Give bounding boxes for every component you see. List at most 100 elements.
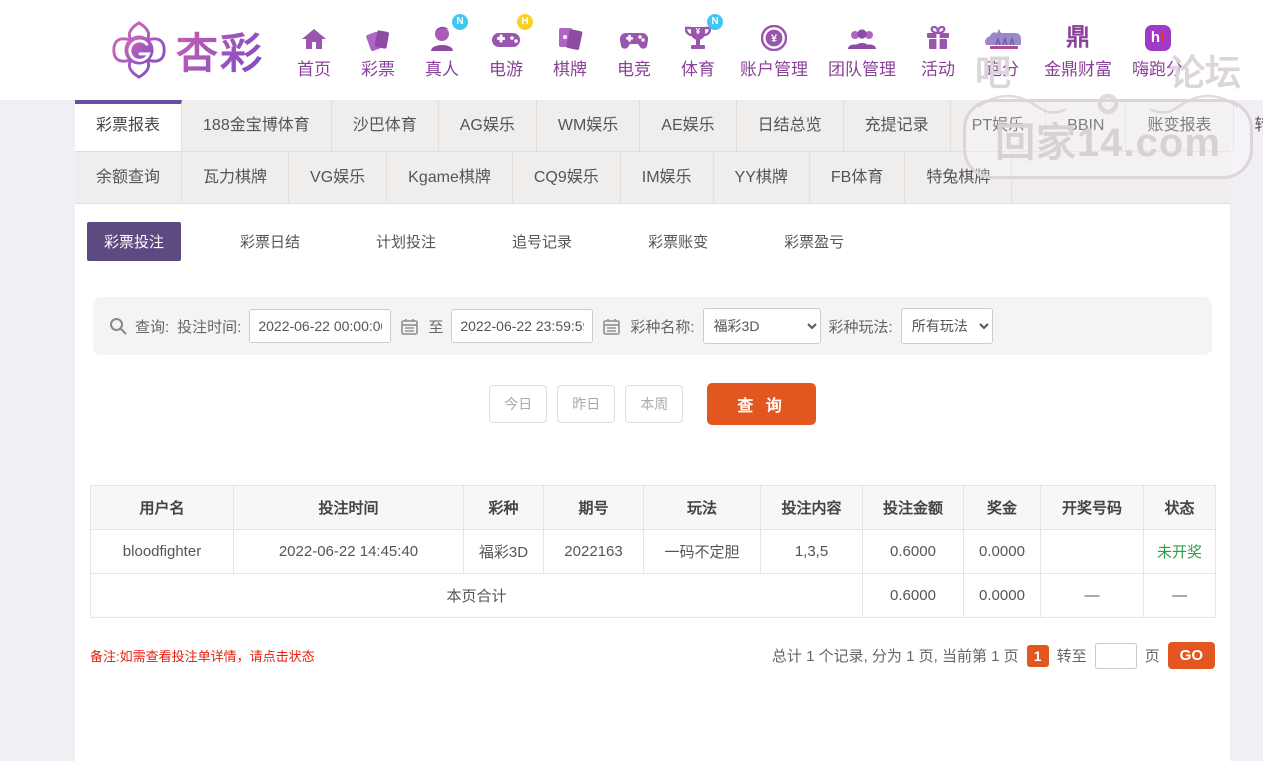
report-tabstrip: 彩票报表 188金宝博体育 沙巴体育 AG娱乐 WM娱乐 AE娱乐 日结总览 充… [75, 100, 1263, 204]
cell-username: bloodfighter [90, 529, 234, 574]
query-label: 查询: [135, 318, 170, 336]
time-to-input[interactable] [451, 309, 594, 343]
lottery-subtabs: 彩票投注 彩票日结 计划投注 追号记录 彩票账变 彩票盈亏 [75, 204, 1230, 275]
tab-lottery-report[interactable]: 彩票报表 [75, 100, 183, 151]
bets-table: 用户名 投注时间 彩种 期号 玩法 投注内容 投注金额 奖金 开奖号码 状态 b… [90, 485, 1216, 618]
nav-team-mgmt[interactable]: 团队管理 [828, 21, 896, 80]
lottery-ticket-icon [365, 21, 391, 51]
nav-sports[interactable]: ¥ N 体育 [676, 13, 724, 80]
table-summary-row: 本页合计 0.6000 0.0000 — — [90, 573, 1216, 618]
this-week-button[interactable]: 本周 [625, 385, 684, 423]
to-label: 至 [428, 318, 444, 336]
quick-filter-row: 今日 昨日 本周 查 询 [75, 383, 1230, 425]
new-badge: N [452, 13, 469, 30]
goto-page-input[interactable] [1094, 642, 1137, 669]
today-button[interactable]: 今日 [489, 385, 548, 423]
play-type-select[interactable]: 所有玩法 [900, 308, 993, 344]
gamepad-icon: H [491, 13, 534, 51]
calendar-icon[interactable] [603, 318, 621, 335]
nav-jinding[interactable]: 鼎 金鼎财富 [1044, 21, 1112, 80]
cell-prize: 0.0000 [963, 529, 1041, 574]
tab-bbin[interactable]: BBIN [1046, 100, 1127, 151]
col-issue: 期号 [543, 485, 644, 530]
tab-im[interactable]: IM娱乐 [621, 152, 714, 203]
bets-table-wrap: 用户名 投注时间 彩种 期号 玩法 投注内容 投注金额 奖金 开奖号码 状态 b… [90, 485, 1216, 618]
time-from-input[interactable] [249, 309, 392, 343]
tab-188-sports[interactable]: 188金宝博体育 [182, 100, 332, 151]
tab-wm[interactable]: WM娱乐 [537, 100, 641, 151]
svg-text:¥: ¥ [696, 27, 701, 36]
subtab-lottery-daily[interactable]: 彩票日结 [223, 222, 317, 261]
tab-cq9[interactable]: CQ9娱乐 [513, 152, 621, 203]
team-icon [847, 21, 877, 51]
tab-vg[interactable]: VG娱乐 [289, 152, 388, 203]
nav-live[interactable]: N 真人 [420, 13, 469, 80]
hi-app-icon: hi [1144, 21, 1171, 51]
cell-draw-number [1040, 529, 1144, 574]
goto-label: 转至 [1056, 648, 1087, 665]
tab-pt[interactable]: PT娱乐 [951, 100, 1047, 151]
nav-account-mgmt[interactable]: ¥ 账户管理 [740, 21, 808, 80]
new-badge: N [707, 13, 724, 30]
subtab-chase-records[interactable]: 追号记录 [495, 222, 589, 261]
tab-fb-sports[interactable]: FB体育 [810, 152, 906, 203]
tab-balance-query[interactable]: 余额查询 [75, 152, 183, 203]
subtab-plan-bets[interactable]: 计划投注 [359, 222, 453, 261]
col-prize: 奖金 [963, 485, 1041, 530]
summary-bet-amount: 0.6000 [862, 573, 964, 618]
subtab-lottery-pnl[interactable]: 彩票盈亏 [767, 222, 861, 261]
current-page-badge[interactable]: 1 [1026, 644, 1049, 667]
nav-lottery[interactable]: 彩票 [356, 21, 400, 80]
calendar-icon[interactable] [401, 318, 419, 335]
tab-tetu-cards[interactable]: 特兔棋牌 [905, 152, 1013, 203]
brand-logo[interactable]: 杏彩 [108, 19, 264, 81]
nav-promotions[interactable]: 活动 [916, 21, 960, 80]
ding-tripod-icon: 鼎 [1066, 23, 1091, 51]
brand-name: 杏彩 [176, 20, 264, 81]
nav-paofen[interactable]: 跑分 [980, 21, 1024, 80]
hot-badge: H [517, 13, 534, 30]
nav-esports[interactable]: 电竞 [612, 21, 656, 80]
cell-bet-amount: 0.6000 [862, 529, 964, 574]
lottery-name-label: 彩种名称: [630, 318, 695, 336]
search-button[interactable]: 查 询 [707, 383, 816, 425]
subtab-lottery-bets[interactable]: 彩票投注 [87, 222, 182, 261]
flower-logo-icon [112, 21, 166, 79]
remark-note: 备注:如需查看投注单详情，请点击状态 [90, 649, 315, 664]
cell-issue: 2022163 [543, 529, 644, 574]
subtab-lottery-account-change[interactable]: 彩票账变 [631, 222, 725, 261]
tab-ae[interactable]: AE娱乐 [640, 100, 737, 151]
yesterday-button[interactable]: 昨日 [557, 385, 616, 423]
lottery-select[interactable]: 福彩3D [702, 308, 821, 344]
summary-status-dash: — [1143, 573, 1216, 618]
tab-kgame[interactable]: Kgame棋牌 [387, 152, 513, 203]
trophy-icon: ¥ N [685, 13, 724, 51]
tabrow-1: 彩票报表 188金宝博体育 沙巴体育 AG娱乐 WM娱乐 AE娱乐 日结总览 充… [75, 100, 1263, 152]
nav-cards[interactable]: 棋牌 [548, 21, 592, 80]
tab-transfer-report[interactable]: 转账报表 [1234, 100, 1263, 151]
nav-home[interactable]: 首页 [292, 21, 336, 80]
tab-shaba-sports[interactable]: 沙巴体育 [332, 100, 439, 151]
summary-label: 本页合计 [90, 573, 863, 618]
live-person-icon: N [428, 13, 469, 51]
tabrow-2: 余额查询 瓦力棋牌 VG娱乐 Kgame棋牌 CQ9娱乐 IM娱乐 YY棋牌 F… [75, 152, 1230, 204]
cell-status-link[interactable]: 未开奖 [1143, 529, 1216, 574]
filter-bar: 查询: 投注时间: 至 彩种名称: 福彩3D 彩种玩法: 所有玩法 [93, 297, 1212, 355]
tab-deposit-withdraw[interactable]: 充提记录 [844, 100, 951, 151]
nav-hipaofen[interactable]: hi 嗨跑分 [1132, 21, 1183, 80]
yuan-coin-icon: ¥ [761, 21, 788, 51]
tab-yy-cards[interactable]: YY棋牌 [714, 152, 810, 203]
nav-egames[interactable]: H 电游 [484, 13, 534, 80]
tab-wali-cards[interactable]: 瓦力棋牌 [182, 152, 290, 203]
tab-account-change[interactable]: 账变报表 [1126, 100, 1234, 151]
col-lottery: 彩种 [463, 485, 544, 530]
go-button[interactable]: GO [1167, 642, 1215, 669]
tab-daily-summary[interactable]: 日结总览 [737, 100, 844, 151]
pagination: 总计 1 个记录, 分为 1 页, 当前第 1 页 1 转至 页 GO [772, 642, 1215, 669]
pagination-summary: 总计 1 个记录, 分为 1 页, 当前第 1 页 [771, 648, 1019, 665]
col-play: 玩法 [643, 485, 761, 530]
top-header: 杏彩 首页 彩票 N 真人 H 电游 棋牌 电竞 ¥ N 体育 ¥ 账户管理 团… [0, 0, 1263, 100]
table-header-row: 用户名 投注时间 彩种 期号 玩法 投注内容 投注金额 奖金 开奖号码 状态 [90, 485, 1216, 530]
tab-ag[interactable]: AG娱乐 [439, 100, 537, 151]
rhino-logo-icon [982, 21, 1022, 51]
